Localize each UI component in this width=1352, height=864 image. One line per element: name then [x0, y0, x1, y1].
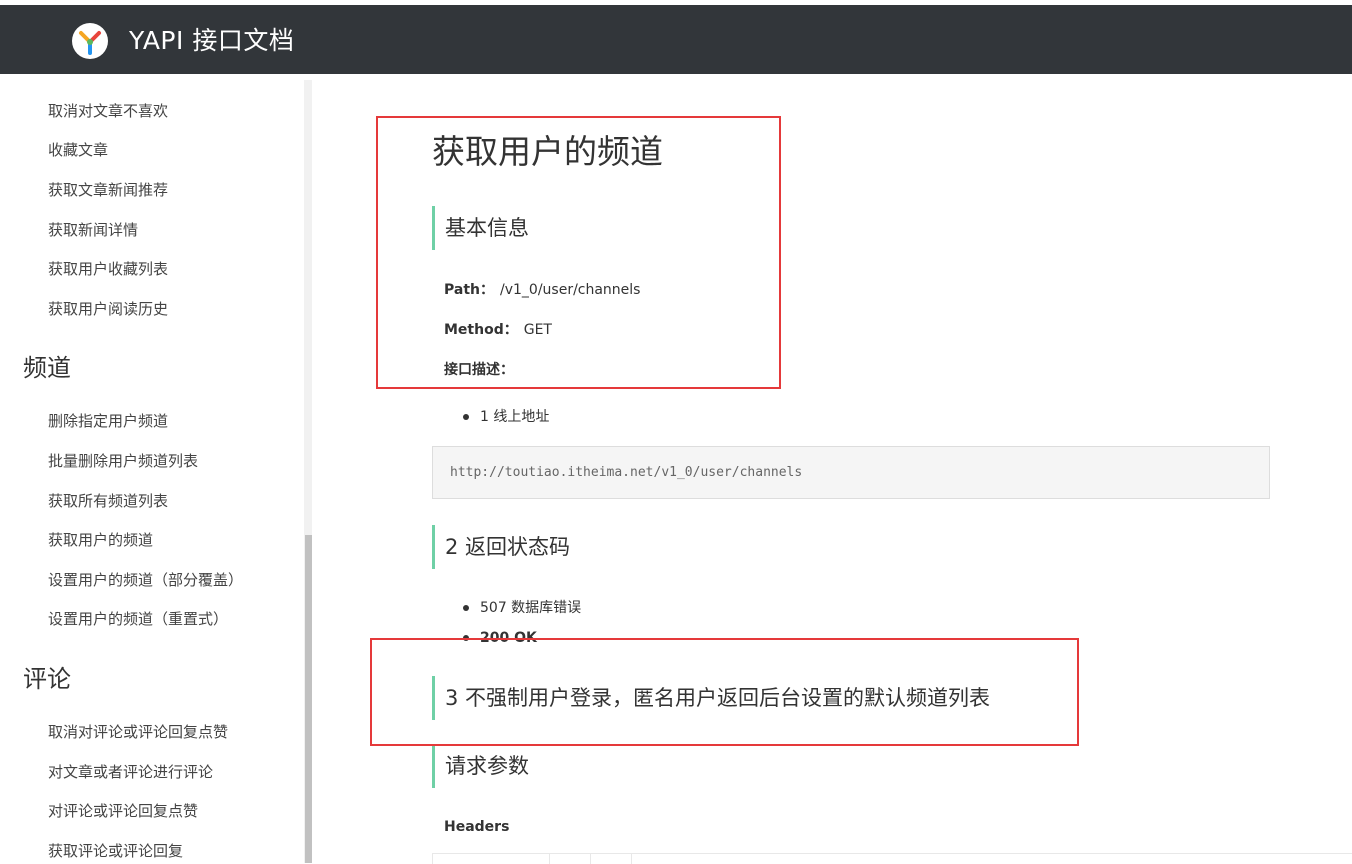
sidebar-item[interactable]: 批量删除用户频道列表 — [48, 451, 198, 471]
highlight-box — [376, 116, 781, 389]
sidebar-item[interactable]: 收藏文章 — [48, 140, 108, 160]
status-item: 507 数据库错误 — [480, 600, 582, 616]
top-navbar: YAPI 接口文档 — [0, 5, 1352, 74]
section-heading-params: 请求参数 — [432, 744, 529, 788]
app-title[interactable]: YAPI 接口文档 — [129, 25, 294, 57]
sidebar-group-comment: 评论 — [23, 665, 71, 693]
section-heading-status: 2 返回状态码 — [432, 525, 570, 569]
highlight-box — [370, 638, 1079, 746]
list-item: 507 数据库错误 — [463, 598, 581, 618]
sidebar-item[interactable]: 设置用户的频道（部分覆盖） — [48, 570, 243, 590]
online-url: http://toutiao.itheima.net/v1_0/user/cha… — [450, 465, 803, 480]
sidebar-scrollbar-thumb[interactable] — [305, 535, 312, 863]
code-block: http://toutiao.itheima.net/v1_0/user/cha… — [432, 446, 1270, 499]
sidebar-item[interactable]: 设置用户的频道（重置式） — [48, 609, 228, 629]
online-address-label: 1 线上地址 — [480, 409, 550, 425]
sidebar-item-active[interactable]: 获取用户的频道 — [48, 530, 153, 550]
sidebar-item[interactable]: 对文章或者评论进行评论 — [48, 762, 213, 782]
sidebar-item[interactable]: 获取所有频道列表 — [48, 491, 168, 511]
sidebar-item[interactable]: 取消对评论或评论回复点赞 — [48, 722, 228, 742]
headers-label: Headers — [444, 819, 510, 835]
sidebar-nav: 取消对文章不喜欢 收藏文章 获取文章新闻推荐 获取新闻详情 获取用户收藏列表 获… — [0, 74, 304, 863]
list-item: 1 线上地址 — [463, 407, 549, 427]
sidebar-item[interactable]: 对评论或评论回复点赞 — [48, 801, 198, 821]
headers-table — [432, 853, 1352, 864]
sidebar-item[interactable]: 获取用户阅读历史 — [48, 299, 168, 319]
yapi-logo-icon[interactable] — [72, 23, 108, 59]
sidebar-group-channel: 频道 — [23, 354, 71, 382]
sidebar-item[interactable]: 获取新闻详情 — [48, 220, 138, 240]
sidebar-item[interactable]: 获取评论或评论回复 — [48, 841, 183, 861]
sidebar-item[interactable]: 获取文章新闻推荐 — [48, 180, 168, 200]
sidebar-item[interactable]: 获取用户收藏列表 — [48, 259, 168, 279]
sidebar-item[interactable]: 删除指定用户频道 — [48, 411, 168, 431]
sidebar-item[interactable]: 取消对文章不喜欢 — [48, 101, 168, 121]
